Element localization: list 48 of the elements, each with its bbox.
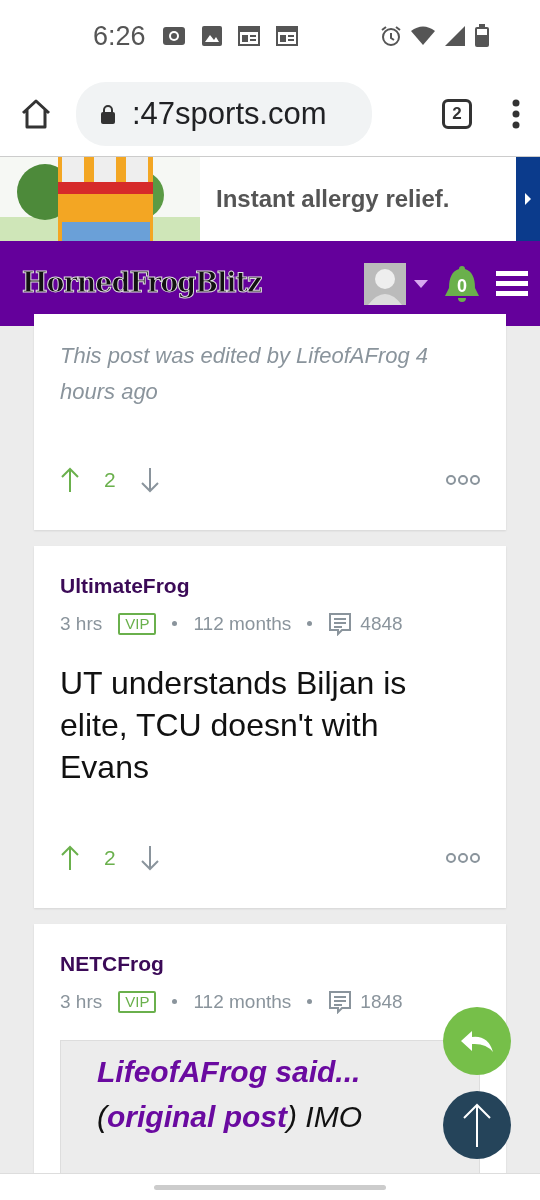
news-icon: [237, 26, 260, 46]
vote-count: 2: [104, 845, 116, 872]
home-icon[interactable]: [20, 98, 52, 130]
separator-dot: [172, 621, 178, 627]
ad-headline[interactable]: Instant allergy relief.: [216, 181, 450, 217]
edit-note: This post was edited by LifeofAFrog 4 hours ago: [60, 342, 430, 406]
news-icon: [275, 26, 298, 46]
membership-duration: 112 months: [193, 989, 292, 1014]
address-bar[interactable]: :47sports.com: [76, 82, 372, 146]
menu-icon[interactable]: [496, 270, 528, 297]
upvote-icon[interactable]: [60, 845, 80, 871]
wifi-icon: [410, 25, 436, 47]
alarm-icon: [380, 25, 402, 47]
membership-duration: 112 months: [193, 611, 292, 636]
vip-tag: VIP: [118, 990, 157, 1013]
separator-dot: [172, 999, 178, 1005]
ad-arrow-button[interactable]: [516, 157, 540, 241]
separator-dot: [307, 999, 313, 1005]
comment-icon: [328, 611, 353, 636]
battery-icon: [474, 24, 490, 48]
post-time: 3 hrs: [60, 989, 103, 1014]
tab-count-button[interactable]: 2: [442, 99, 472, 129]
image-icon: [201, 26, 222, 46]
status-time: 6:26: [93, 19, 146, 53]
more-options-icon[interactable]: [512, 99, 520, 129]
gesture-handle[interactable]: [154, 1184, 386, 1190]
chevron-icon: [524, 192, 532, 206]
quote-text: (original post) IMO: [97, 1099, 363, 1135]
post-time: 3 hrs: [60, 611, 103, 636]
author-name[interactable]: NETCFrog: [60, 948, 480, 980]
vote-count: 2: [104, 467, 116, 494]
separator-dot: [307, 621, 313, 627]
comment-icon: [328, 989, 353, 1014]
downvote-icon[interactable]: [139, 845, 160, 871]
author-name[interactable]: UltimateFrog: [60, 570, 480, 602]
vip-tag: VIP: [118, 612, 157, 635]
reply-icon: [460, 1029, 494, 1053]
caret-icon[interactable]: [414, 279, 428, 288]
quote-author[interactable]: LifeofAFrog said...: [97, 1049, 361, 1094]
upvote-icon[interactable]: [60, 467, 80, 493]
downvote-icon[interactable]: [139, 467, 160, 493]
avatar-icon[interactable]: [364, 262, 406, 305]
lock-icon: [100, 104, 116, 124]
post-count: 1848: [360, 989, 403, 1014]
post-count: 4848: [360, 611, 403, 636]
post-body: UT understands Biljan is elite, TCU doesn't with Evans: [60, 664, 408, 787]
arrow-up-icon: [462, 1103, 492, 1147]
signal-icon: [444, 25, 466, 47]
